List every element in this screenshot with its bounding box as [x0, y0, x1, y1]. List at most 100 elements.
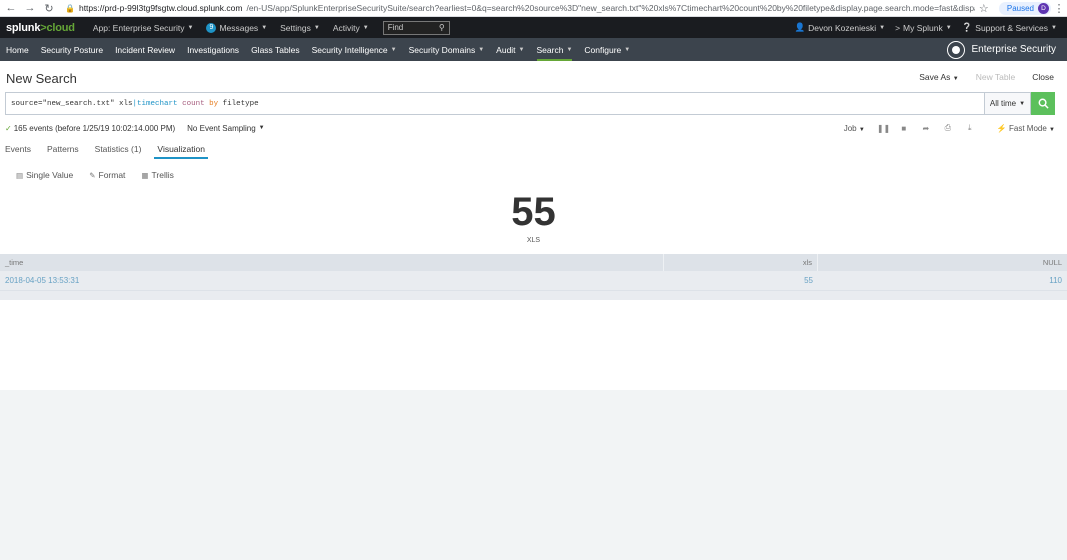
caret-down-icon: ▼ [362, 24, 369, 31]
table-footer [0, 290, 1067, 300]
app-menu[interactable]: App: Enterprise Security ▼ [93, 23, 194, 33]
close-button[interactable]: Close [1032, 72, 1054, 82]
paused-label: Paused [1006, 3, 1034, 13]
user-menu[interactable]: 👤 Devon Kozenieski ▼ [794, 22, 885, 33]
browser-menu-icon[interactable]: ⋮ [1051, 2, 1067, 15]
column-header-null[interactable]: NULL [818, 254, 1067, 271]
enterprise-security-logo-icon [946, 40, 965, 59]
page-title: New Search [6, 71, 77, 86]
column-header-xls[interactable]: xls [664, 254, 818, 271]
format-button[interactable]: ✎ Format [89, 170, 125, 180]
page-actions: Save As ▼ New Table Close [919, 72, 1054, 82]
search-mode-dropdown[interactable]: ⚡ Fast Mode ▼ [997, 124, 1055, 133]
trellis-button[interactable]: ▦ Trellis [141, 170, 173, 180]
nav-security-intelligence[interactable]: Security Intelligence ▼ [306, 38, 403, 61]
activity-menu[interactable]: Activity ▼ [333, 23, 369, 33]
caret-down-icon: ▼ [945, 24, 952, 31]
url-host: https://prd-p-99l3tg9fsgtw.cloud.splunk.… [78, 3, 243, 13]
messages-count-badge: 9 [206, 22, 217, 33]
time-range-picker[interactable]: All time ▼ [985, 92, 1031, 115]
tab-statistics[interactable]: Statistics (1) [95, 142, 142, 159]
app-navbar: Home Security Posture Incident Review In… [0, 38, 1067, 61]
nav-glass-tables[interactable]: Glass Tables [245, 38, 306, 61]
enterprise-security-brand: Enterprise Security [946, 38, 1067, 61]
cell-null[interactable]: 110 [818, 271, 1067, 290]
table-row: 2018-04-05 13:53:31 55 110 [0, 271, 1067, 290]
results-table: _time xls NULL 2018-04-05 13:53:31 55 11… [0, 254, 1067, 300]
save-as-button[interactable]: Save As ▼ [919, 72, 959, 82]
settings-menu[interactable]: Settings ▼ [280, 23, 320, 33]
tab-events[interactable]: Events [5, 142, 31, 159]
nav-audit[interactable]: Audit ▼ [490, 38, 530, 61]
reload-icon[interactable]: ↻ [41, 0, 57, 16]
search-page: New Search Save As ▼ New Table Close sou… [0, 61, 1067, 390]
job-menu[interactable]: Job ▼ [844, 124, 865, 133]
event-sampling-dropdown[interactable]: No Event Sampling ▼ [187, 124, 264, 133]
cell-xls[interactable]: 55 [664, 271, 818, 290]
lock-icon: 🔒 [65, 3, 75, 13]
forward-icon[interactable]: → [22, 0, 38, 16]
caret-down-icon: ▼ [261, 24, 268, 31]
user-icon: 👤 [794, 22, 806, 32]
visualization-toolbar: ▤ Single Value ✎ Format ▦ Trellis [16, 170, 174, 180]
help-icon: ❔ [961, 22, 973, 32]
nav-incident-review[interactable]: Incident Review [109, 38, 181, 61]
search-status: ✓ 165 events (before 1/25/19 10:02:14.00… [5, 122, 1055, 134]
tab-visualization[interactable]: Visualization [154, 142, 208, 159]
caret-down-icon: ▼ [1051, 24, 1057, 31]
search-icon [1038, 98, 1049, 109]
support-menu[interactable]: ❔ Support & Services ▼ [962, 22, 1057, 33]
caret-down-icon: ▼ [952, 76, 959, 82]
column-header-time[interactable]: _time [0, 254, 664, 271]
chevron-right-icon: > [895, 22, 901, 33]
caret-down-icon: ▼ [624, 46, 631, 53]
print-icon[interactable]: ⎙ [943, 123, 953, 133]
nav-search[interactable]: Search ▼ [531, 38, 579, 61]
new-table-button: New Table [975, 72, 1016, 82]
search-query-input[interactable]: source="new_search.txt" xls | timechart co… [5, 92, 985, 115]
caret-down-icon: ▼ [858, 126, 865, 133]
tab-patterns[interactable]: Patterns [47, 142, 79, 159]
cell-time[interactable]: 2018-04-05 13:53:31 [0, 271, 664, 290]
lightning-icon: ⚡ [996, 123, 1007, 133]
nav-investigations[interactable]: Investigations [181, 38, 245, 61]
caret-down-icon: ▼ [518, 46, 525, 53]
stop-icon[interactable]: ■ [899, 124, 909, 133]
profile-paused-button[interactable]: Paused D [998, 1, 1051, 15]
pencil-icon: ✎ [89, 170, 96, 180]
nav-security-posture[interactable]: Security Posture [35, 38, 109, 61]
splunk-logo[interactable]: splunk>cloud [6, 22, 75, 34]
caret-down-icon: ▼ [187, 24, 194, 31]
messages-menu[interactable]: 9 Messages ▼ [206, 22, 268, 33]
caret-down-icon: ▼ [566, 46, 573, 53]
find-input[interactable]: Find ⚲ [382, 20, 450, 35]
table-header: _time xls NULL [0, 254, 1067, 271]
single-value-button[interactable]: ▤ Single Value [16, 170, 73, 180]
results-tabs: Events Patterns Statistics (1) Visualiza… [5, 142, 221, 159]
search-bar: source="new_search.txt" xls | timechart co… [5, 92, 1055, 115]
splunk-topbar: splunk>cloud App: Enterprise Security ▼ 9… [0, 17, 1067, 38]
pause-icon[interactable]: ❚❚ [877, 124, 890, 133]
nav-security-domains[interactable]: Security Domains ▼ [403, 38, 491, 61]
caret-down-icon: ▼ [478, 46, 485, 53]
share-icon[interactable]: ➦ [921, 124, 931, 133]
caret-down-icon: ▼ [258, 125, 265, 131]
caret-down-icon: ▼ [879, 24, 886, 31]
address-bar[interactable]: 🔒 https://prd-p-99l3tg9fsgtw.cloud.splun… [65, 3, 975, 13]
bookmark-star-icon[interactable]: ☆ [975, 2, 993, 15]
browser-toolbar: ← → ↻ 🔒 https://prd-p-99l3tg9fsgtw.cloud… [0, 0, 1067, 17]
export-icon[interactable]: ⤓ [965, 123, 975, 133]
mysplunk-menu[interactable]: > My Splunk ▼ [895, 23, 952, 33]
search-button[interactable] [1031, 92, 1055, 115]
event-count: 165 events (before 1/25/19 10:02:14.000 … [13, 123, 176, 133]
caret-down-icon: ▼ [313, 24, 320, 31]
url-path: /en-US/app/SplunkEnterpriseSecuritySuite… [246, 3, 975, 13]
caret-down-icon: ▼ [1049, 126, 1055, 133]
trellis-icon: ▦ [141, 170, 149, 180]
nav-configure[interactable]: Configure ▼ [578, 38, 636, 61]
check-icon: ✓ [5, 123, 12, 133]
single-value-icon: ▤ [16, 170, 24, 180]
caret-down-icon: ▼ [390, 46, 397, 53]
back-icon[interactable]: ← [3, 0, 19, 16]
nav-home[interactable]: Home [0, 38, 35, 61]
